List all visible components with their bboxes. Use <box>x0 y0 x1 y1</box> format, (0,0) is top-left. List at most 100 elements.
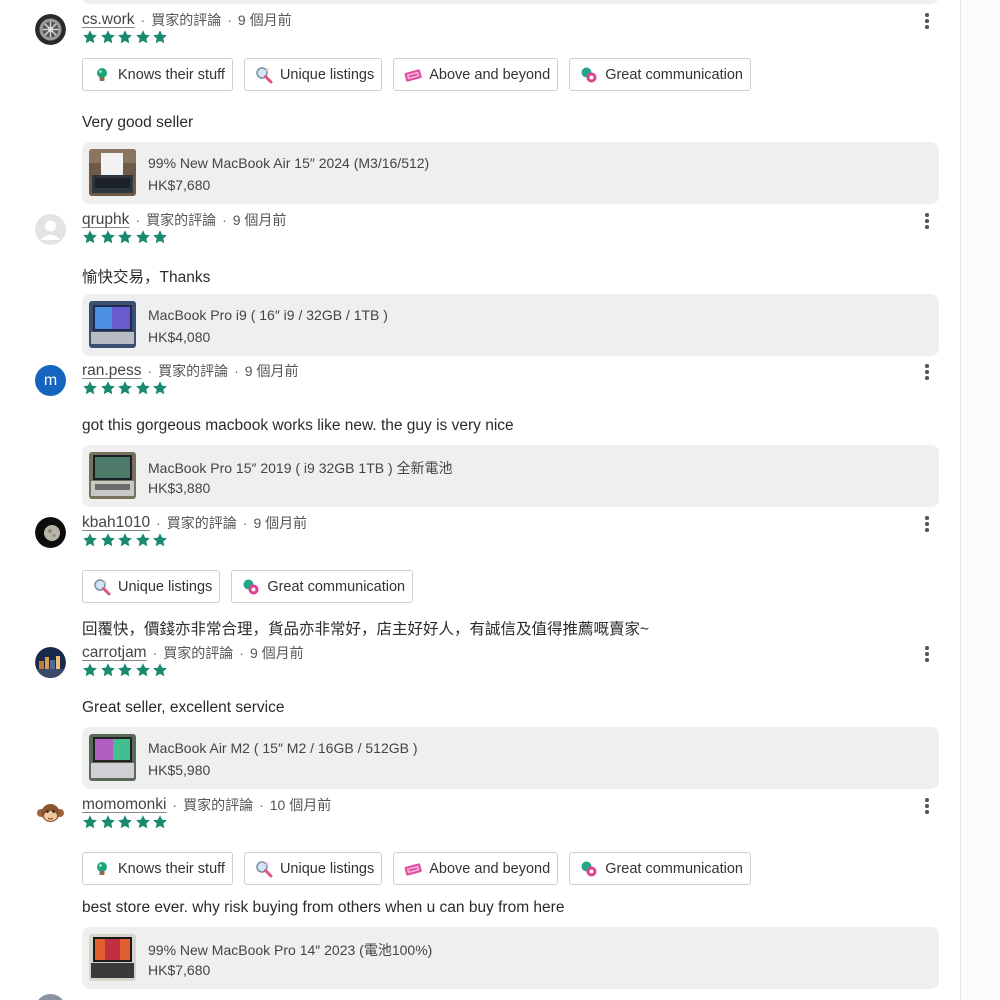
review-header: cs.work · 買家的評論 · 9 個月前 <box>82 10 292 30</box>
star-icon <box>153 230 167 244</box>
star-icon <box>118 663 132 677</box>
username-link[interactable]: cs.work <box>82 11 135 29</box>
tag-label: Great communication <box>605 860 743 877</box>
more-options-icon[interactable] <box>918 795 936 817</box>
star-icon <box>153 663 167 677</box>
lightbulb-icon <box>97 861 107 875</box>
listing-price: HK$7,680 <box>148 962 211 978</box>
city-avatar-image <box>35 647 66 678</box>
avatar[interactable] <box>35 799 66 830</box>
separator-dot: · <box>222 212 227 228</box>
tag-great-communication: Great communication <box>569 852 751 885</box>
laptop-photo-image <box>89 452 136 499</box>
laptop-photo-image <box>89 734 136 781</box>
star-rating <box>82 532 170 548</box>
review-header: momomonki · 買家的評論 · 10 個月前 <box>82 795 331 815</box>
star-icon <box>100 381 115 395</box>
star-rating <box>82 380 170 396</box>
review-comment: Very good seller <box>82 114 194 131</box>
separator-dot: · <box>156 515 161 531</box>
review-header: kbah1010 · 買家的評論 · 9 個月前 <box>82 513 307 533</box>
tag-knows-their-stuff: Knows their stuff <box>82 852 233 885</box>
username-link[interactable]: momomonki <box>82 796 166 814</box>
listing-price: HK$7,680 <box>148 177 211 193</box>
more-options-icon[interactable] <box>918 10 936 32</box>
separator-dot: · <box>239 645 244 661</box>
star-icon <box>153 533 167 547</box>
star-icon <box>118 230 132 244</box>
lightbulb-icon <box>97 67 107 81</box>
star-icon <box>100 663 115 677</box>
separator-dot: · <box>135 212 141 228</box>
review-role: 買家的評論 <box>166 515 237 531</box>
tag-unique-listings: Unique listings <box>82 570 221 603</box>
review-time: 9 個月前 <box>237 12 292 28</box>
separator-dot: · <box>259 797 264 813</box>
magnifier-icon <box>94 578 111 595</box>
username-link[interactable]: kbah1010 <box>82 514 150 532</box>
review-time: 9 個月前 <box>232 212 287 228</box>
more-options-icon[interactable] <box>918 361 936 383</box>
tag-unique-listings: Unique listings <box>243 852 383 885</box>
review-header: qruphk · 買家的評論 · 9 個月前 <box>82 210 286 230</box>
star-rating <box>82 814 170 830</box>
star-icon <box>153 815 167 829</box>
username-link[interactable]: qruphk <box>82 211 129 229</box>
star-icon <box>83 381 97 395</box>
username-link[interactable]: ran.pess <box>82 362 141 380</box>
scrollbar[interactable] <box>960 0 1000 1000</box>
listing-title: MacBook Pro 15″ 2019 ( i9 32GB 1TB ) 全新電… <box>148 460 453 476</box>
avatar[interactable] <box>35 994 66 1000</box>
avatar-letter: m <box>43 371 58 389</box>
avatar[interactable] <box>35 517 66 548</box>
review-time: 10 個月前 <box>269 797 332 813</box>
listing-card[interactable]: 99% New MacBook Pro 14″ 2023 (電池100%) HK… <box>82 927 939 989</box>
tag-label: Great communication <box>267 578 406 595</box>
review-comment: got this gorgeous macbook works like new… <box>82 417 514 434</box>
more-options-icon[interactable] <box>918 513 936 535</box>
laptop-photo-image <box>89 301 136 348</box>
review-role: 買家的評論 <box>151 12 222 28</box>
review-comment: Great seller, excellent service <box>82 699 285 716</box>
listing-price: HK$4,080 <box>148 329 211 345</box>
chat-bubbles-icon <box>581 861 597 876</box>
tag-above-and-beyond: Above and beyond <box>393 852 559 885</box>
star-icon <box>135 663 150 677</box>
ticket-icon <box>404 68 422 82</box>
tag-great-communication: Great communication <box>569 58 751 91</box>
star-icon <box>135 533 150 547</box>
reviews-page: cs.work · 買家的評論 · 9 個月前 Knows their stuf… <box>0 0 1000 1000</box>
default-avatar-image <box>35 214 66 245</box>
tag-label: Unique listings <box>279 860 375 877</box>
listing-card[interactable]: MacBook Pro i9 ( 16″ i9 / 32GB / 1TB ) H… <box>82 294 939 356</box>
listing-title: MacBook Air M2 ( 15″ M2 / 16GB / 512GB ) <box>148 740 418 756</box>
laptop-photo-image <box>89 934 136 981</box>
star-icon <box>100 30 115 44</box>
listing-price: HK$3,880 <box>148 480 211 496</box>
avatar[interactable] <box>35 14 66 45</box>
listing-thumbnail <box>89 934 136 981</box>
listing-card[interactable]: 99% New MacBook Air 15″ 2024 (M3/16/512)… <box>82 142 939 204</box>
star-icon <box>135 30 150 44</box>
separator-dot: · <box>242 515 248 531</box>
wheel-avatar-image <box>35 14 66 45</box>
avatar[interactable] <box>35 214 66 245</box>
username-link[interactable]: carrotjam <box>82 644 147 662</box>
avatar[interactable] <box>35 647 66 678</box>
star-icon <box>118 533 132 547</box>
laptop-photo-image <box>89 149 136 196</box>
separator-dot: · <box>234 363 239 379</box>
listing-card[interactable]: MacBook Pro 15″ 2019 ( i9 32GB 1TB ) 全新電… <box>82 445 939 507</box>
star-icon <box>83 533 97 547</box>
magnifier-icon <box>256 66 273 83</box>
avatar[interactable]: m <box>35 365 66 396</box>
more-options-icon[interactable] <box>918 210 936 232</box>
separator-dot: · <box>147 363 153 379</box>
more-options-icon[interactable] <box>918 643 936 665</box>
listing-title: 99% New MacBook Air 15″ 2024 (M3/16/512) <box>148 155 430 171</box>
compliment-tags: Knows their stuff Unique listings Above … <box>82 58 751 91</box>
previous-listing-card-edge[interactable] <box>82 0 939 4</box>
star-icon <box>135 815 150 829</box>
listing-card[interactable]: MacBook Air M2 ( 15″ M2 / 16GB / 512GB )… <box>82 727 939 789</box>
star-icon <box>153 30 167 44</box>
